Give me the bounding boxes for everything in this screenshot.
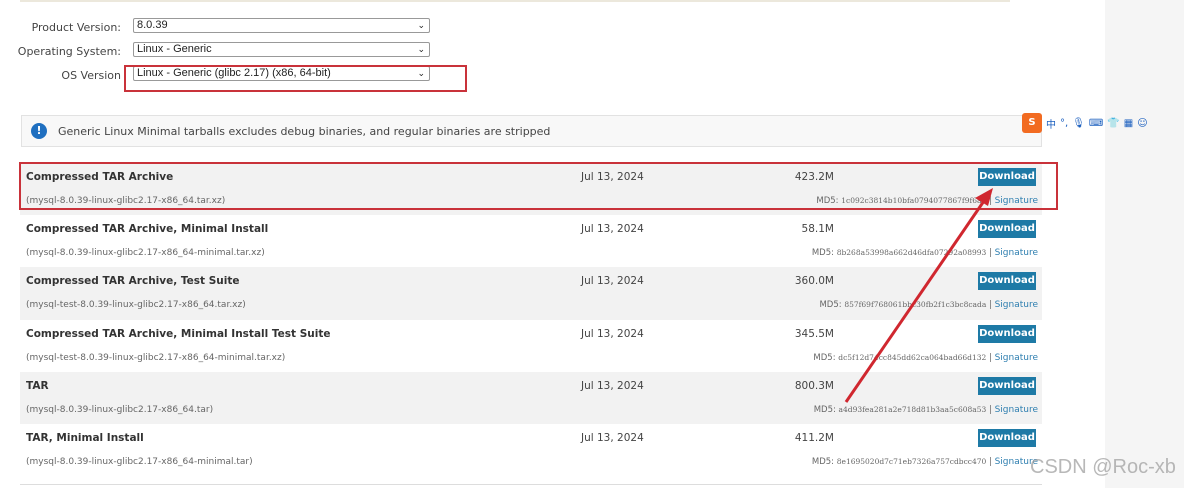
md5-info: MD5: 8e1695020d7c71eb7326a757cdbcc470 | … [811, 456, 1038, 467]
top-divider [20, 0, 1010, 2]
download-row: Compressed TAR Archive, Minimal Install … [20, 320, 1042, 372]
md5-info: MD5: 8b268a53998a662d46dfa07292a08993 | … [811, 248, 1038, 259]
download-row: Compressed TAR Archive, Minimal Install … [20, 215, 1042, 267]
microphone-icon[interactable]: 🎙 [1072, 118, 1085, 129]
highlight-box-os-version [124, 65, 467, 92]
md5-label: MD5: [819, 300, 842, 311]
md5-label: MD5: [813, 404, 836, 415]
product-version-row: Product Version: [0, 19, 127, 35]
md5-info: MD5: dc5f12d74cc845dd62ca064bad66d132 | … [813, 352, 1038, 363]
file-size: 411.2M [794, 431, 834, 444]
punctuation-icon[interactable]: °, [1060, 118, 1068, 129]
ime-toolbar: S 中 °, 🎙 ⌨ 👕 ▦ ☺ [1022, 113, 1148, 133]
md5-label: MD5: [811, 456, 835, 467]
file-title: TAR [26, 379, 49, 392]
os-version-row: OS Version [0, 67, 127, 83]
file-size: 360.0M [794, 275, 834, 288]
download-button[interactable]: Download [978, 324, 1036, 343]
highlight-box-first-row [19, 162, 1058, 210]
md5-label: MD5: [811, 248, 834, 259]
file-name: (mysql-8.0.39-linux-glibc2.17-x86_64-min… [26, 456, 253, 467]
operating-system-select[interactable]: Linux - Generic ⌄ [133, 42, 430, 57]
download-button[interactable]: Download [978, 272, 1036, 291]
info-notice: ! Generic Linux Minimal tarballs exclude… [21, 115, 1042, 147]
signature-link[interactable]: Signature [995, 353, 1038, 363]
os-version-label: OS Version [61, 68, 121, 82]
md5-hash: a4d93fea281a2e718d81b3aa5c608a53 [838, 404, 987, 414]
chevron-down-icon: ⌄ [417, 44, 425, 54]
product-version-label: Product Version: [31, 20, 121, 34]
product-version-select[interactable]: 8.0.39 ⌄ [133, 18, 430, 33]
file-name: (mysql-8.0.39-linux-glibc2.17-x86_64.tar… [26, 404, 214, 415]
chevron-down-icon: ⌄ [417, 20, 425, 30]
right-sidebar [1105, 0, 1184, 488]
md5-hash: 857f69f768061bbc30fb2f1c3bc8cada [844, 300, 987, 310]
file-name: (mysql-test-8.0.39-linux-glibc2.17-x86_6… [26, 300, 246, 311]
download-button[interactable]: Download [978, 220, 1036, 239]
avatar-icon[interactable]: ☺ [1137, 118, 1147, 129]
release-date: Jul 13, 2024 [581, 275, 644, 288]
download-row: Compressed TAR Archive, Test Suite (mysq… [20, 267, 1042, 320]
skin-icon[interactable]: 👕 [1107, 118, 1119, 129]
signature-link[interactable]: Signature [995, 405, 1038, 415]
download-button[interactable]: Download [978, 376, 1036, 395]
signature-link[interactable]: Signature [995, 248, 1038, 258]
md5-label: MD5: [813, 352, 836, 363]
notice-text: Generic Linux Minimal tarballs excludes … [58, 124, 551, 138]
md5-hash: dc5f12d74cc845dd62ca064bad66d132 [838, 352, 987, 362]
release-date: Jul 13, 2024 [581, 379, 644, 392]
file-name: (mysql-8.0.39-linux-glibc2.17-x86_64-min… [26, 248, 265, 259]
signature-link[interactable]: Signature [995, 300, 1038, 310]
file-title: TAR, Minimal Install [26, 431, 144, 444]
file-name: (mysql-test-8.0.39-linux-glibc2.17-x86_6… [26, 352, 286, 363]
ime-lang-toggle[interactable]: 中 [1046, 116, 1056, 131]
apps-icon[interactable]: ▦ [1124, 118, 1133, 129]
operating-system-row: Operating System: [0, 43, 127, 59]
keyboard-icon[interactable]: ⌨ [1089, 118, 1103, 129]
md5-info: MD5: 857f69f768061bbc30fb2f1c3bc8cada | … [819, 300, 1038, 311]
info-icon: ! [31, 123, 47, 139]
file-title: Compressed TAR Archive, Test Suite [26, 275, 240, 288]
release-date: Jul 13, 2024 [581, 431, 644, 444]
download-button[interactable]: Download [978, 428, 1036, 447]
operating-system-value: Linux - Generic [137, 43, 212, 55]
operating-system-label: Operating System: [17, 44, 121, 58]
md5-hash: 8b268a53998a662d46dfa07292a08993 [836, 248, 987, 258]
download-row: TAR (mysql-8.0.39-linux-glibc2.17-x86_64… [20, 371, 1042, 424]
file-title: Compressed TAR Archive, Minimal Install [26, 223, 269, 236]
product-version-value: 8.0.39 [137, 19, 168, 31]
table-bottom-border [20, 484, 1042, 488]
sogou-logo-icon[interactable]: S [1022, 113, 1042, 133]
watermark: CSDN @Roc-xb [1030, 456, 1176, 478]
download-row: TAR, Minimal Install (mysql-8.0.39-linux… [20, 424, 1042, 476]
release-date: Jul 13, 2024 [581, 223, 644, 236]
md5-hash: 8e1695020d7c71eb7326a757cdbcc470 [836, 456, 987, 466]
release-date: Jul 13, 2024 [581, 327, 644, 340]
file-size: 345.5M [794, 327, 834, 340]
file-size: 58.1M [801, 223, 834, 236]
file-size: 800.3M [794, 379, 834, 392]
md5-info: MD5: a4d93fea281a2e718d81b3aa5c608a53 | … [813, 404, 1038, 415]
file-title: Compressed TAR Archive, Minimal Install … [26, 327, 331, 340]
